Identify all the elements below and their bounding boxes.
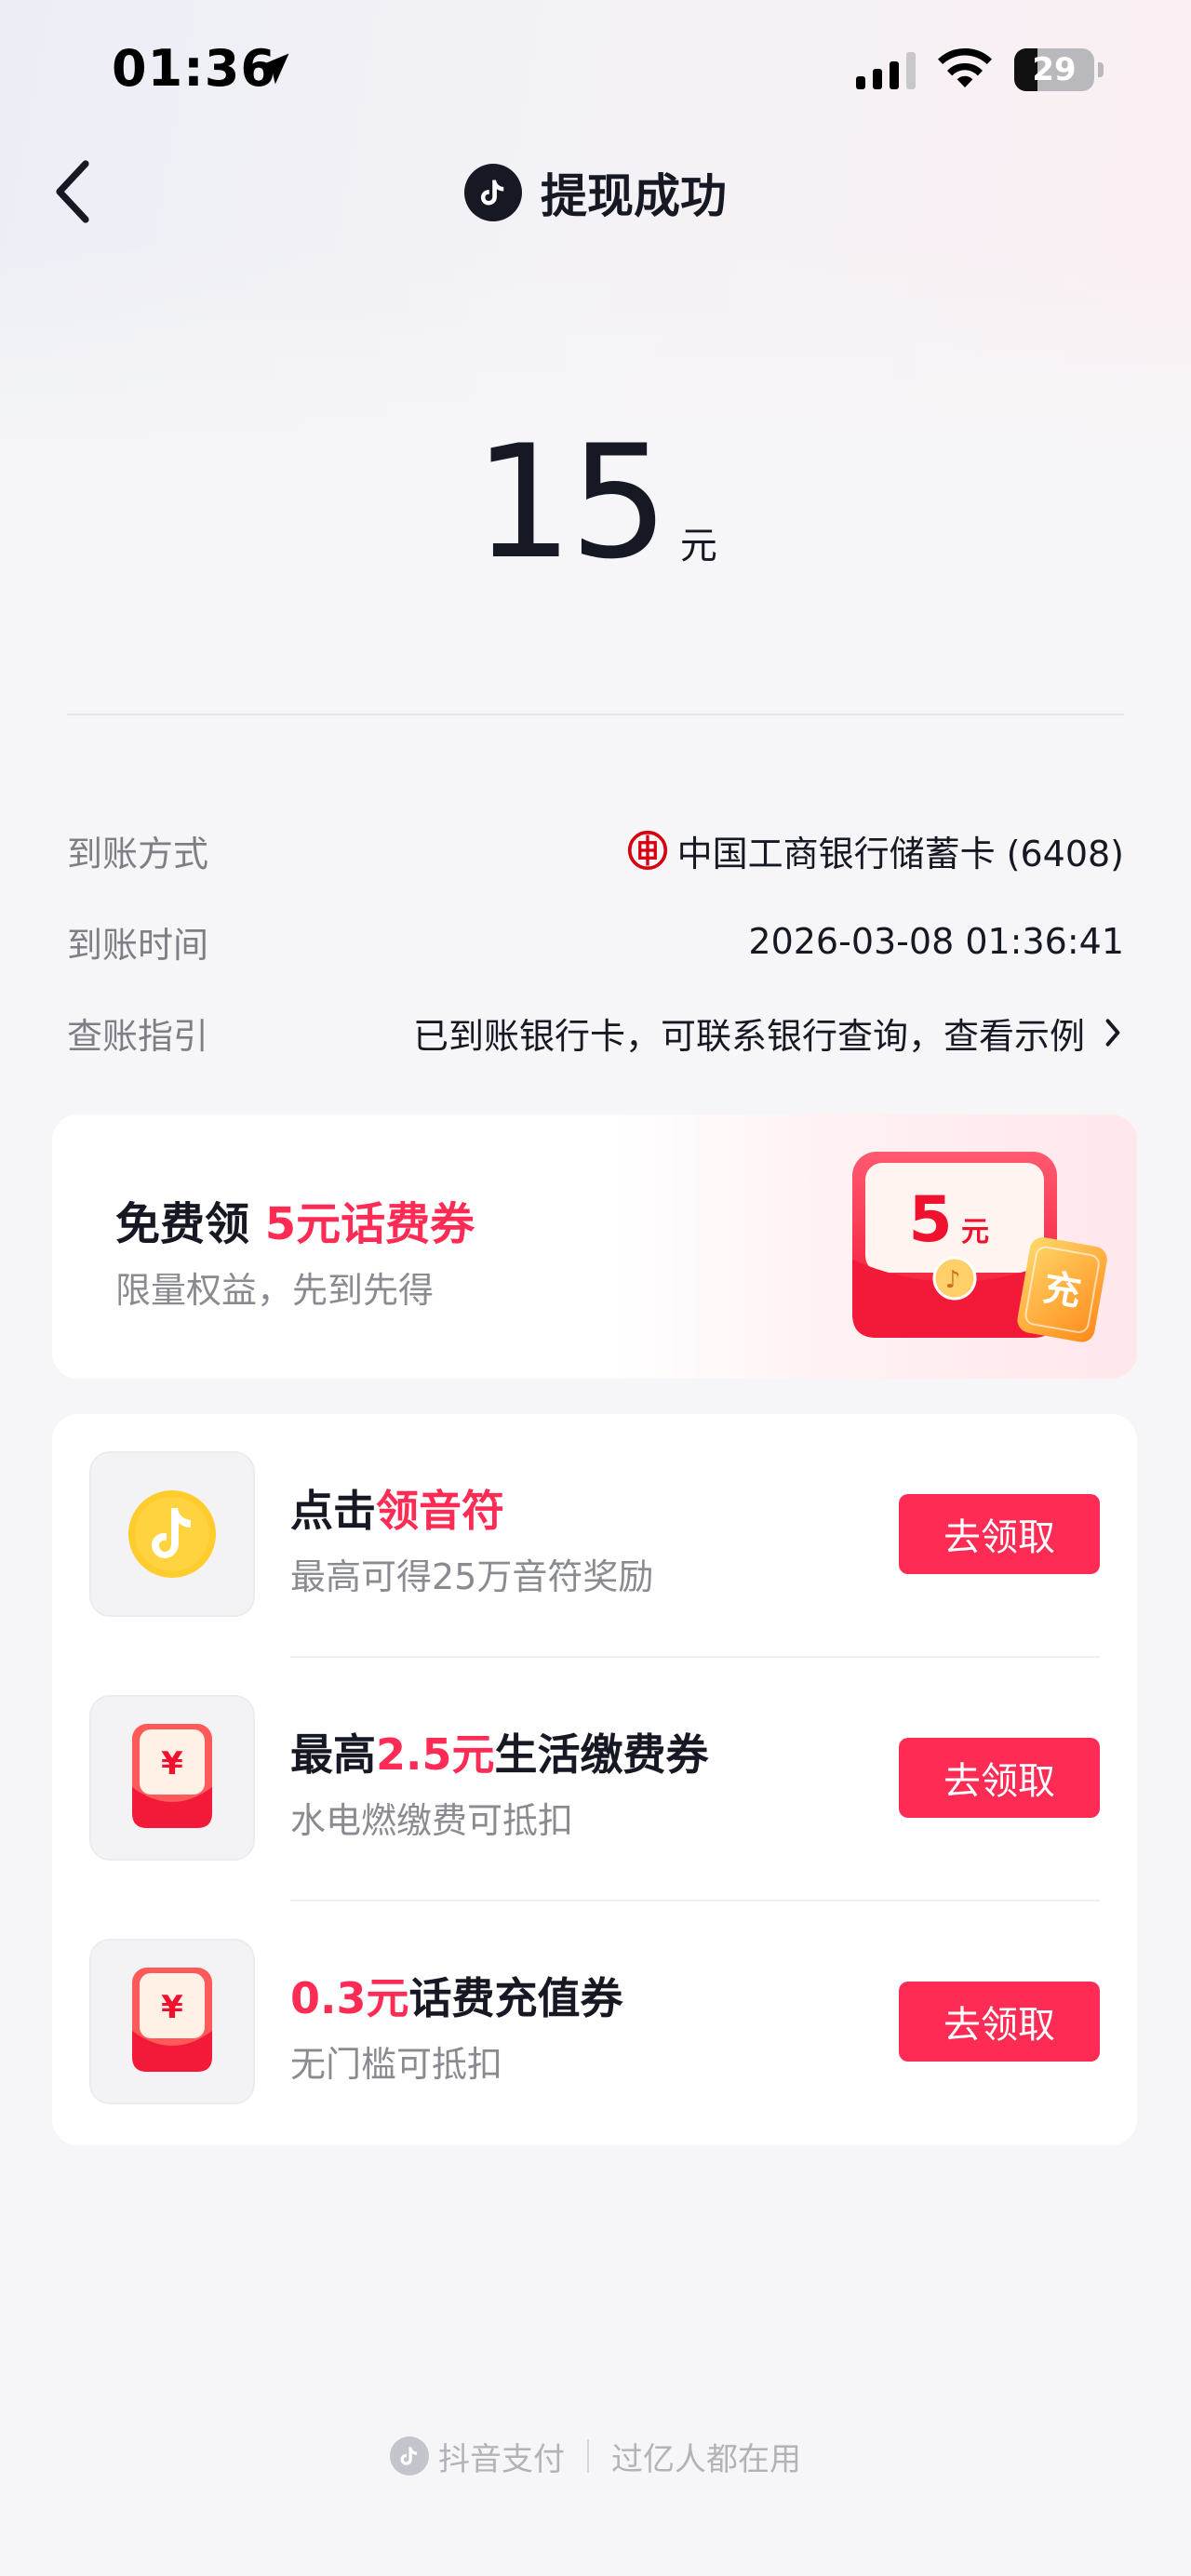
battery-level-text: 29 (1032, 51, 1077, 88)
svg-text:♪: ♪ (945, 1266, 961, 1294)
svg-text:¥: ¥ (161, 1989, 183, 2026)
battery-indicator: 29 (1014, 48, 1104, 91)
divider (67, 714, 1124, 715)
claim-button[interactable]: 去领取 (899, 1494, 1100, 1574)
svg-text:¥: ¥ (161, 1745, 183, 1782)
claim-button[interactable]: 去领取 (899, 1982, 1100, 2062)
promo-title-highlight: 5元话费券 (264, 1198, 475, 1250)
phone-credit-promo-card[interactable]: 免费领 5元话费券 限量权益，先到先得 ♪ 5 元 充 (52, 1114, 1137, 1379)
status-bar: 01:36 29 (0, 0, 1191, 140)
task-subtitle: 无门槛可抵扣 (290, 2044, 503, 2085)
douyin-logo-icon (464, 164, 522, 221)
withdraw-amount: 15 元 (0, 411, 1191, 594)
task-item: ¥ 0.3元话费充值券 无门槛可抵扣 去领取 (52, 1902, 1137, 2145)
task-subtitle: 水电燃缴费可抵扣 (290, 1800, 574, 1841)
divider (587, 2439, 589, 2473)
task-icon-box: ¥ (89, 1939, 255, 2104)
reward-tasks-card: 点击领音符 最高可得25万音符奖励 去领取 ¥ 最高2.5元生活缴费券 水电燃缴… (52, 1414, 1137, 2145)
detail-label: 到账时间 (67, 924, 209, 966)
cellular-signal-icon (856, 52, 916, 89)
douyin-pay-logo-icon (390, 2436, 429, 2476)
coupon-envelope-icon: ♪ 5 元 充 (852, 1152, 1107, 1342)
detail-label: 查账指引 (67, 1015, 209, 1057)
footer-brand-name: 抖音支付 (438, 2440, 565, 2478)
task-title: 最高2.5元生活缴费券 (290, 1729, 709, 1780)
detail-value: 中国工商银行储蓄卡 (6408) (676, 833, 1124, 874)
music-note-coin-icon (128, 1490, 216, 1578)
red-envelope-icon: ¥ (132, 1724, 212, 1828)
task-icon-box (89, 1451, 255, 1617)
footer-brand: 抖音支付 (390, 2434, 565, 2479)
envelope-amount: 5 (908, 1183, 952, 1257)
chevron-right-icon (1105, 1019, 1120, 1047)
promo-title: 免费领 5元话费券 (115, 1198, 475, 1250)
icbc-bank-icon (627, 830, 667, 871)
amount-unit: 元 (679, 525, 717, 567)
task-title: 0.3元话费充值券 (290, 1973, 623, 2023)
task-title: 点击领音符 (290, 1486, 504, 1536)
task-item: ¥ 最高2.5元生活缴费券 水电燃缴费可抵扣 去领取 (52, 1658, 1137, 1902)
claim-button[interactable]: 去领取 (899, 1738, 1100, 1818)
status-time: 01:36 (112, 39, 276, 98)
footer-slogan: 过亿人都在用 (611, 2440, 801, 2478)
location-arrow-icon (258, 53, 289, 85)
amount-value: 15 (474, 411, 669, 594)
page-title: 提现成功 (541, 169, 727, 223)
footer: 抖音支付 过亿人都在用 (0, 2432, 1191, 2480)
red-envelope-icon: ¥ (132, 1968, 212, 2072)
detail-row-guide[interactable]: 查账指引 已到账银行卡，可联系银行查询，查看示例 (67, 1005, 1124, 1061)
detail-label: 到账方式 (67, 833, 209, 874)
promo-subtitle: 限量权益，先到先得 (115, 1270, 435, 1311)
envelope-tag: 充 (1040, 1266, 1084, 1315)
wifi-icon (938, 47, 992, 87)
detail-value: 2026-03-08 01:36:41 (748, 921, 1124, 962)
task-icon-box: ¥ (89, 1695, 255, 1861)
page-header: 提现成功 (0, 158, 1191, 227)
envelope-unit: 元 (961, 1216, 989, 1248)
task-item: 点击领音符 最高可得25万音符奖励 去领取 (52, 1414, 1137, 1658)
detail-row-method: 到账方式 中国工商银行储蓄卡 (6408) (67, 822, 1124, 878)
detail-row-time: 到账时间 2026-03-08 01:36:41 (67, 914, 1124, 969)
detail-value[interactable]: 已到账银行卡，可联系银行查询，查看示例 (413, 1008, 1085, 1059)
task-subtitle: 最高可得25万音符奖励 (290, 1556, 654, 1597)
